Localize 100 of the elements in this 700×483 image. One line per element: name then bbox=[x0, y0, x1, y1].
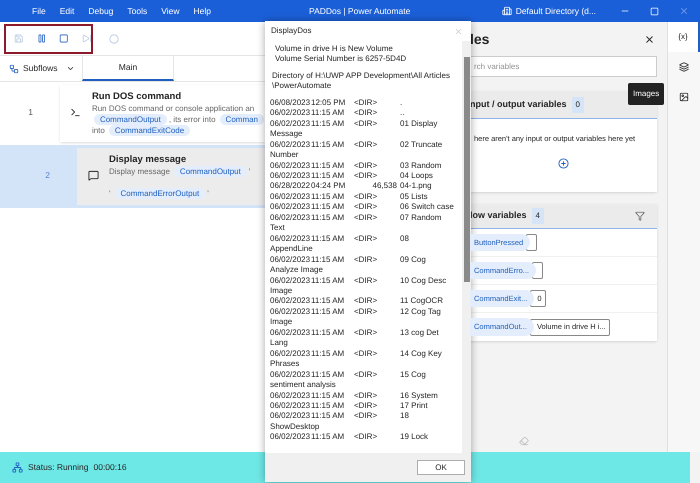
filter-icon[interactable] bbox=[635, 211, 645, 221]
dir-text: <DIR> bbox=[354, 306, 378, 318]
dir-text: <DIR> bbox=[354, 254, 378, 266]
output-text: Text bbox=[270, 223, 285, 234]
description-text: ' bbox=[248, 167, 250, 176]
file-name: 15 Cog bbox=[400, 370, 426, 380]
date-text: 06/02/2023 bbox=[270, 348, 308, 360]
menu-item[interactable]: View bbox=[161, 4, 180, 18]
count-badge: 0 bbox=[572, 96, 584, 112]
window-title: PADDos | Power Automate bbox=[309, 4, 410, 18]
dir-text: <DIR> bbox=[354, 140, 378, 150]
add-icon[interactable] bbox=[558, 158, 569, 170]
dir-text: <DIR> bbox=[354, 276, 378, 286]
directory-icon bbox=[502, 6, 512, 16]
layers-icon[interactable] bbox=[679, 62, 689, 72]
dir-text: <DIR> bbox=[354, 328, 378, 338]
menu-item[interactable]: Edit bbox=[60, 4, 74, 18]
maximize-icon[interactable] bbox=[650, 6, 659, 16]
section-title: nput / output variables bbox=[470, 98, 567, 111]
file-name: . bbox=[400, 98, 402, 108]
output-text: Image bbox=[270, 286, 292, 296]
output-text: Phrases bbox=[270, 359, 300, 370]
file-name: 03 Random bbox=[400, 160, 442, 171]
date-text: 06/02/2023 bbox=[270, 108, 308, 119]
dir-text: <DIR> bbox=[354, 118, 378, 130]
action-row[interactable]: 2 Display message Display message CommandOutput ' ' CommandErrorOutput ' bbox=[0, 145, 266, 208]
stop-icon[interactable] bbox=[59, 33, 68, 44]
dir-text: <DIR> bbox=[354, 370, 378, 380]
description-text: Run DOS command or console application an bbox=[92, 104, 254, 113]
variable-chip: CommandExitCode bbox=[108, 125, 190, 136]
pause-icon[interactable] bbox=[36, 33, 46, 44]
close-icon[interactable] bbox=[644, 34, 655, 44]
account-name[interactable]: Default Directory (d... bbox=[516, 4, 596, 18]
dir-text: <DIR> bbox=[354, 108, 378, 119]
date-text: 06/02/2023 bbox=[270, 432, 308, 443]
menu-item[interactable]: Tools bbox=[127, 4, 148, 18]
menu-item[interactable]: File bbox=[32, 4, 46, 18]
date-text: 06/28/2022 bbox=[270, 181, 308, 192]
action-title: Run DOS command bbox=[92, 91, 182, 103]
action-title: Display message bbox=[109, 154, 188, 166]
line-number: 2 bbox=[44, 169, 51, 182]
file-name: 11 CogOCR bbox=[400, 296, 443, 307]
output-text: Number bbox=[270, 150, 298, 161]
scrollbar-thumb[interactable] bbox=[464, 57, 470, 282]
dir-text: <DIR> bbox=[354, 202, 378, 213]
menu-item[interactable]: Debug bbox=[88, 4, 114, 18]
file-name: 19 Lock bbox=[400, 432, 428, 443]
date-text: 06/02/2023 bbox=[270, 411, 308, 422]
file-name: 16 System bbox=[400, 390, 438, 401]
dialog-title: DisplayDos bbox=[271, 25, 312, 37]
file-name: 06 Switch case bbox=[400, 202, 454, 213]
description-text: , its error into bbox=[168, 115, 216, 124]
description-text: into bbox=[92, 126, 105, 135]
status-text: Status: Running bbox=[28, 461, 88, 474]
file-name: 07 Random bbox=[400, 212, 442, 224]
dir-text: <DIR> bbox=[354, 400, 378, 412]
value-field bbox=[526, 234, 538, 251]
file-name: 14 Cog Key bbox=[400, 348, 442, 360]
dir-text: <DIR> bbox=[354, 212, 378, 224]
file-name: 01 Display bbox=[400, 118, 438, 130]
dir-text: <DIR> bbox=[354, 348, 378, 360]
file-name: 09 Cog bbox=[400, 254, 426, 266]
file-name: 05 Lists bbox=[400, 192, 428, 202]
output-text: \PowerAutomate bbox=[271, 81, 332, 92]
date-text: 06/02/2023 bbox=[270, 212, 308, 224]
file-name: 04-1.png bbox=[400, 181, 432, 192]
dir-text: <DIR> bbox=[354, 170, 378, 182]
variables-tab[interactable]: {x} bbox=[668, 22, 700, 52]
output-text: Image bbox=[270, 317, 292, 328]
ok-button[interactable]: OK bbox=[417, 460, 465, 475]
date-text: 06/02/2023 bbox=[270, 328, 308, 338]
file-name: 12 Cog Tag bbox=[400, 306, 441, 318]
value-field bbox=[532, 262, 544, 279]
file-name: 13 cog Det bbox=[400, 328, 439, 338]
file-name: .. bbox=[400, 108, 404, 119]
output-text: Volume Serial Number is 6257-5D4D bbox=[274, 54, 406, 65]
dir-text: <DIR> bbox=[354, 432, 378, 443]
dir-text: <DIR> bbox=[354, 192, 378, 202]
date-text: 06/02/2023 bbox=[270, 254, 308, 266]
output-text: Volume in drive H is New Volume bbox=[274, 44, 393, 54]
subflows-dropdown[interactable]: Subflows bbox=[0, 56, 82, 81]
dir-text: <DIR> bbox=[354, 98, 378, 108]
menu-item[interactable]: Help bbox=[194, 4, 212, 18]
date-text: 06/02/2023 bbox=[270, 192, 308, 202]
output-text: Message bbox=[270, 129, 302, 140]
date-text: 06/02/2023 bbox=[270, 390, 308, 401]
elapsed-time: 00:00:16 bbox=[93, 461, 127, 474]
date-text: 06/02/2023 bbox=[270, 140, 308, 150]
message-icon bbox=[88, 170, 98, 181]
dir-text: <DIR> bbox=[354, 234, 378, 244]
file-name: 02 Truncate bbox=[400, 140, 442, 150]
search-field[interactable]: rch variables bbox=[470, 56, 657, 77]
count-badge: 4 bbox=[532, 208, 544, 224]
console-icon bbox=[70, 107, 82, 118]
date-text: 06/02/2023 bbox=[270, 370, 308, 380]
caret-icon bbox=[66, 64, 74, 73]
variable-chip: CommandErrorOutput bbox=[114, 188, 206, 199]
image-icon[interactable] bbox=[679, 92, 689, 102]
dir-text: <DIR> bbox=[354, 296, 378, 307]
date-text: 06/02/2023 bbox=[270, 160, 308, 171]
